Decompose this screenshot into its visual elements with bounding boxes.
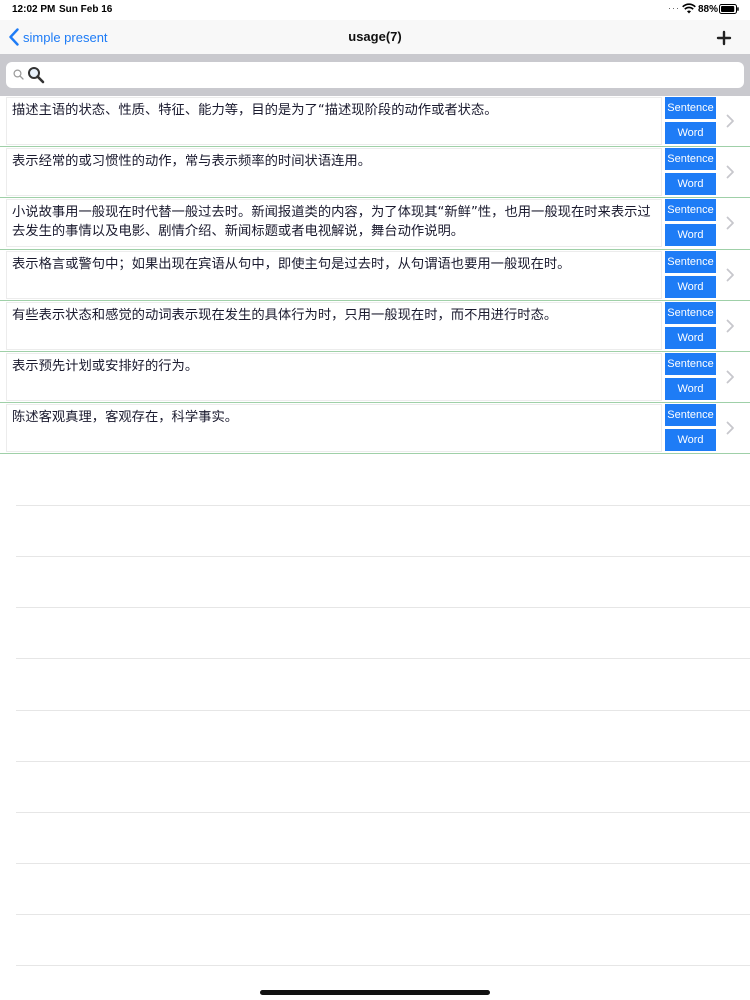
chevron-right-icon: [726, 165, 734, 179]
list-item[interactable]: 表示格言或警句中；如果出现在宾语从句中，即使主句是过去时，从句谓语也要用一般现在…: [0, 249, 750, 301]
word-button[interactable]: Word: [665, 173, 716, 196]
sentence-button[interactable]: Sentence: [665, 352, 716, 375]
battery-percent: 88%: [698, 4, 719, 15]
chevron-right-icon: [726, 268, 734, 281]
search-input[interactable]: [50, 65, 730, 85]
row-separator: [16, 607, 750, 608]
chevron-right-icon: [726, 370, 734, 384]
status-time: 12:02 PM: [12, 4, 56, 15]
search-icon: [13, 69, 24, 80]
plus-icon[interactable]: [712, 26, 736, 50]
sentence-button[interactable]: Sentence: [665, 199, 716, 222]
list-item[interactable]: 陈述客观真理，客观存在，科学事实。 Sentence Word: [0, 403, 750, 455]
usage-text: 有些表示状态和感觉的动词表示现在发生的具体行为时，只用一般现在时，而不用进行时态…: [6, 301, 662, 350]
usage-list: 描述主语的状态、性质、特征、能力等，目的是为了“描述现阶段的动作或者状态。 Se…: [0, 96, 750, 455]
sentence-button[interactable]: Sentence: [665, 148, 716, 171]
list-item[interactable]: 描述主语的状态、性质、特征、能力等，目的是为了“描述现阶段的动作或者状态。 Se…: [0, 96, 750, 148]
usage-text: 表示经常的或习惯性的动作，常与表示频率的时间状语连用。: [6, 148, 662, 197]
word-button[interactable]: Word: [665, 429, 716, 452]
row-separator: [16, 863, 750, 864]
empty-rows: [0, 454, 750, 994]
search-field[interactable]: [6, 62, 744, 88]
usage-text: 陈述客观真理，客观存在，科学事实。: [6, 404, 662, 453]
status-date: Sun Feb 16: [59, 4, 113, 15]
magnifier-icon: [28, 67, 45, 84]
navigation-bar: simple present usage(7): [0, 20, 750, 54]
sentence-button[interactable]: Sentence: [665, 250, 716, 273]
usage-text: 表示预先计划或安排好的行为。: [6, 352, 662, 401]
row-separator: [16, 505, 750, 506]
sentence-button[interactable]: Sentence: [665, 404, 716, 427]
usage-text: 描述主语的状态、性质、特征、能力等，目的是为了“描述现阶段的动作或者状态。: [6, 97, 662, 145]
word-button[interactable]: Word: [665, 122, 716, 144]
list-item[interactable]: 表示经常的或习惯性的动作，常与表示频率的时间状语连用。 Sentence Wor…: [0, 147, 750, 199]
list-item[interactable]: 小说故事用一般现在时代替一般过去时。新闻报道类的内容，为了体现其“新鲜”性，也用…: [0, 198, 750, 250]
chevron-right-icon: [726, 114, 734, 128]
chevron-right-icon: [726, 319, 734, 333]
search-bar: [0, 54, 750, 96]
sentence-button[interactable]: Sentence: [665, 301, 716, 324]
word-button[interactable]: Word: [665, 377, 716, 400]
wifi-icon: [682, 3, 696, 14]
row-separator: [16, 965, 750, 966]
list-item[interactable]: 有些表示状态和感觉的动词表示现在发生的具体行为时，只用一般现在时，而不用进行时态…: [0, 300, 750, 352]
row-separator: [16, 710, 750, 711]
multitasking-dots-icon: ···: [668, 3, 680, 13]
chevron-right-icon: [726, 421, 734, 435]
row-separator: [16, 914, 750, 915]
list-item[interactable]: 表示预先计划或安排好的行为。 Sentence Word: [0, 351, 750, 404]
usage-text: 小说故事用一般现在时代替一般过去时。新闻报道类的内容，为了体现其“新鲜”性，也用…: [6, 199, 662, 248]
battery-icon: [719, 4, 739, 14]
row-separator: [16, 556, 750, 557]
word-button[interactable]: Word: [665, 326, 716, 349]
row-separator: [16, 658, 750, 659]
status-bar: 12:02 PM Sun Feb 16 ··· 88%: [0, 0, 750, 20]
chevron-right-icon: [726, 216, 734, 230]
word-button[interactable]: Word: [665, 224, 716, 247]
row-separator: [16, 812, 750, 813]
home-indicator[interactable]: [260, 990, 490, 995]
row-separator: [16, 761, 750, 762]
usage-text: 表示格言或警句中；如果出现在宾语从句中，即使主句是过去时，从句谓语也要用一般现在…: [6, 250, 662, 299]
sentence-button[interactable]: Sentence: [665, 97, 716, 119]
page-title: usage(7): [348, 29, 402, 44]
word-button[interactable]: Word: [665, 275, 716, 298]
